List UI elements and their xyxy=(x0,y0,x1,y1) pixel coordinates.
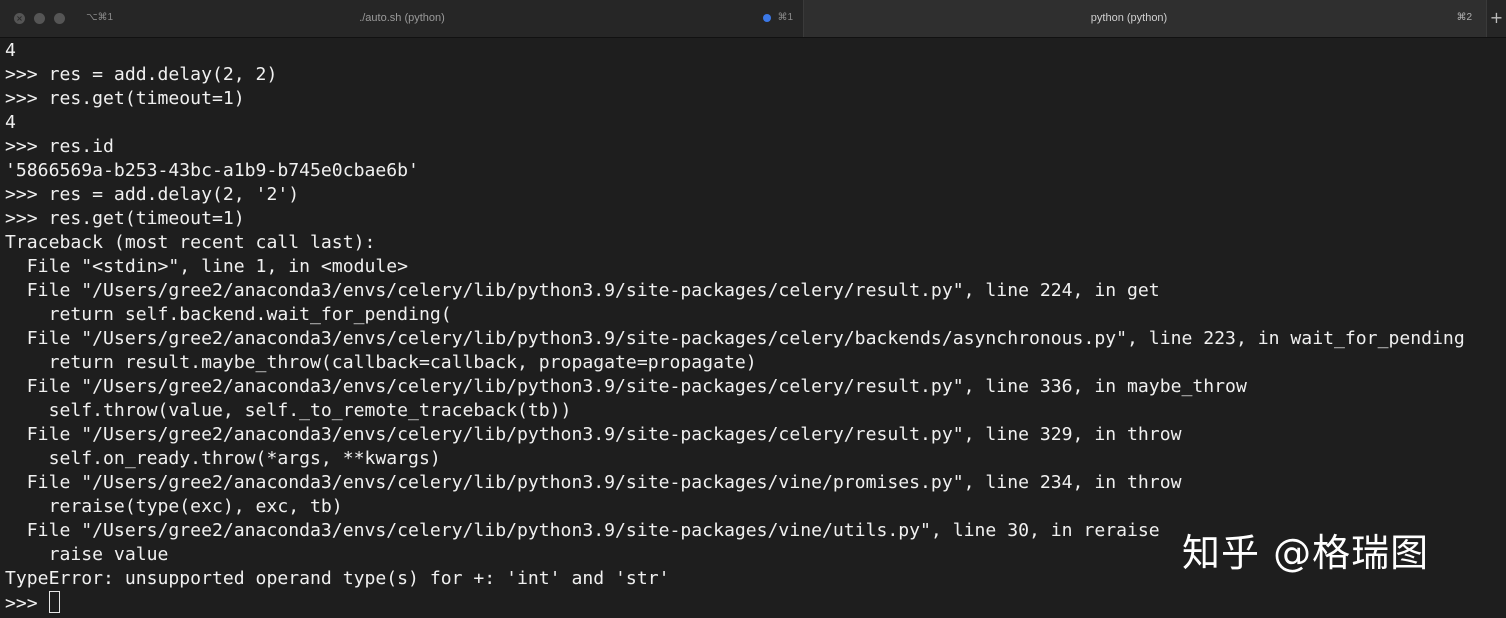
terminal-line: File "<stdin>", line 1, in <module> xyxy=(5,256,409,277)
terminal-line: 4 xyxy=(5,112,16,133)
prompt-line[interactable]: >>> xyxy=(5,591,60,615)
terminal-line: File "/Users/gree2/anaconda3/envs/celery… xyxy=(5,280,1160,301)
watermark: 知乎 @格瑞图 xyxy=(1182,531,1430,575)
terminal-line: File "/Users/gree2/anaconda3/envs/celery… xyxy=(5,376,1247,397)
terminal-line: self.on_ready.throw(*args, **kwargs) xyxy=(5,448,441,469)
terminal-window: × ⌥⌘1 ./auto.sh (python) ⌘1 python (pyth… xyxy=(0,0,1506,618)
terminal-line: File "/Users/gree2/anaconda3/envs/celery… xyxy=(5,328,1465,349)
terminal-line: reraise(type(exc), exc, tb) xyxy=(5,496,343,517)
terminal-line: 4 xyxy=(5,40,16,61)
close-window-button[interactable]: × xyxy=(14,13,25,24)
tab-title: ./auto.sh (python) xyxy=(359,12,445,24)
terminal-line: File "/Users/gree2/anaconda3/envs/celery… xyxy=(5,472,1182,493)
text-cursor xyxy=(48,591,60,613)
terminal-line: >>> res = add.delay(2, 2) xyxy=(5,64,278,85)
tab-title: python (python) xyxy=(1090,12,1168,24)
terminal-line: >>> res.id xyxy=(5,136,114,157)
terminal-line: '5866569a-b253-43bc-a1b9-b745e0cbae6b' xyxy=(5,160,419,181)
tab-shortcut: ⌘1 xyxy=(777,12,793,23)
prompt: >>> xyxy=(5,593,49,614)
terminal-line: Traceback (most recent call last): xyxy=(5,232,376,253)
terminal-line: >>> res.get(timeout=1) xyxy=(5,208,245,229)
terminal-line: return self.backend.wait_for_pending( xyxy=(5,304,452,325)
tab-shortcut: ⌘2 xyxy=(1456,12,1472,23)
terminal-line: return result.maybe_throw(callback=callb… xyxy=(5,352,757,373)
new-tab-button[interactable]: + xyxy=(1486,0,1506,37)
terminal-line: >>> res = add.delay(2, '2') xyxy=(5,184,300,205)
terminal-line: File "/Users/gree2/anaconda3/envs/celery… xyxy=(5,424,1182,445)
tab-python[interactable]: python (python) ⌘2 xyxy=(804,0,1486,37)
close-icon: × xyxy=(16,14,23,23)
terminal-line: self.throw(value, self._to_remote_traceb… xyxy=(5,400,572,421)
tab-auto-sh[interactable]: × ⌥⌘1 ./auto.sh (python) ⌘1 xyxy=(0,0,804,37)
terminal-line: raise value xyxy=(5,544,169,565)
terminal-line: >>> res.get(timeout=1) xyxy=(5,88,245,109)
tab-bar: × ⌥⌘1 ./auto.sh (python) ⌘1 python (pyth… xyxy=(0,0,1506,38)
activity-dot-icon xyxy=(763,14,771,22)
terminal-line: File "/Users/gree2/anaconda3/envs/celery… xyxy=(5,520,1160,541)
terminal-line: TypeError: unsupported operand type(s) f… xyxy=(5,568,670,589)
